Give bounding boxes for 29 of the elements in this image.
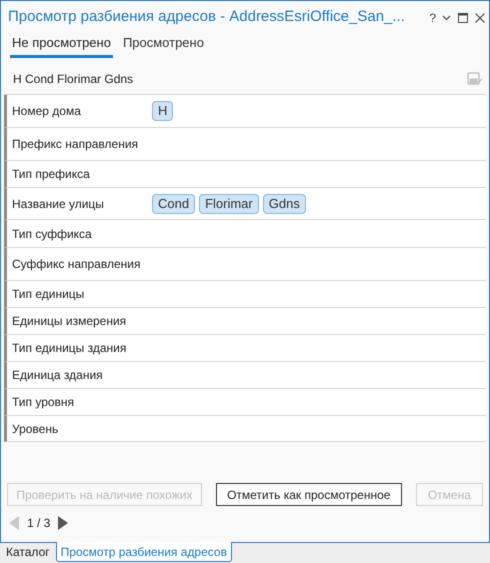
panel-tab[interactable]: Каталог: [0, 542, 56, 562]
page-counter: 1 / 3: [27, 515, 50, 532]
window-title: Просмотр разбиения адресов - AddressEsriOffice_San_...: [8, 7, 405, 28]
field-label: Тип суффикса: [12, 226, 93, 242]
close-icon[interactable]: [475, 12, 485, 22]
field-label: Тип уровня: [12, 394, 76, 411]
action-button[interactable]: Отметить как просмотренное: [216, 483, 402, 506]
address-token[interactable]: Florimar: [199, 194, 259, 214]
next-icon[interactable]: [58, 516, 68, 530]
address-text: H Cond Florimar Gdns: [13, 71, 134, 88]
field-label: Единицы измерения: [12, 313, 128, 330]
field-label: Префикс направления: [12, 136, 140, 153]
field-label: Тип префикса: [12, 166, 91, 183]
chevron-down-icon[interactable]: [442, 14, 451, 20]
field-label: Тип единицы: [12, 286, 86, 303]
maximize-icon[interactable]: [458, 12, 468, 22]
field-label: Название улицы: [12, 196, 105, 212]
address-token[interactable]: H: [152, 101, 174, 121]
tab[interactable]: Просмотрено: [120, 32, 206, 58]
tab[interactable]: Не просмотрено: [10, 32, 113, 58]
field-label: Номер дома: [12, 103, 82, 120]
help-button[interactable]: ?: [429, 8, 436, 26]
field-label: Тип единицы здания: [12, 340, 128, 357]
panel-tab[interactable]: Просмотр разбиения адресов: [56, 542, 232, 562]
address-token[interactable]: Cond: [152, 194, 196, 214]
field-label: Суффикс направления: [12, 256, 142, 273]
field-label: Единица здания: [12, 367, 104, 384]
address-token[interactable]: Gdns: [262, 194, 306, 214]
field-label: Уровень: [12, 420, 60, 438]
